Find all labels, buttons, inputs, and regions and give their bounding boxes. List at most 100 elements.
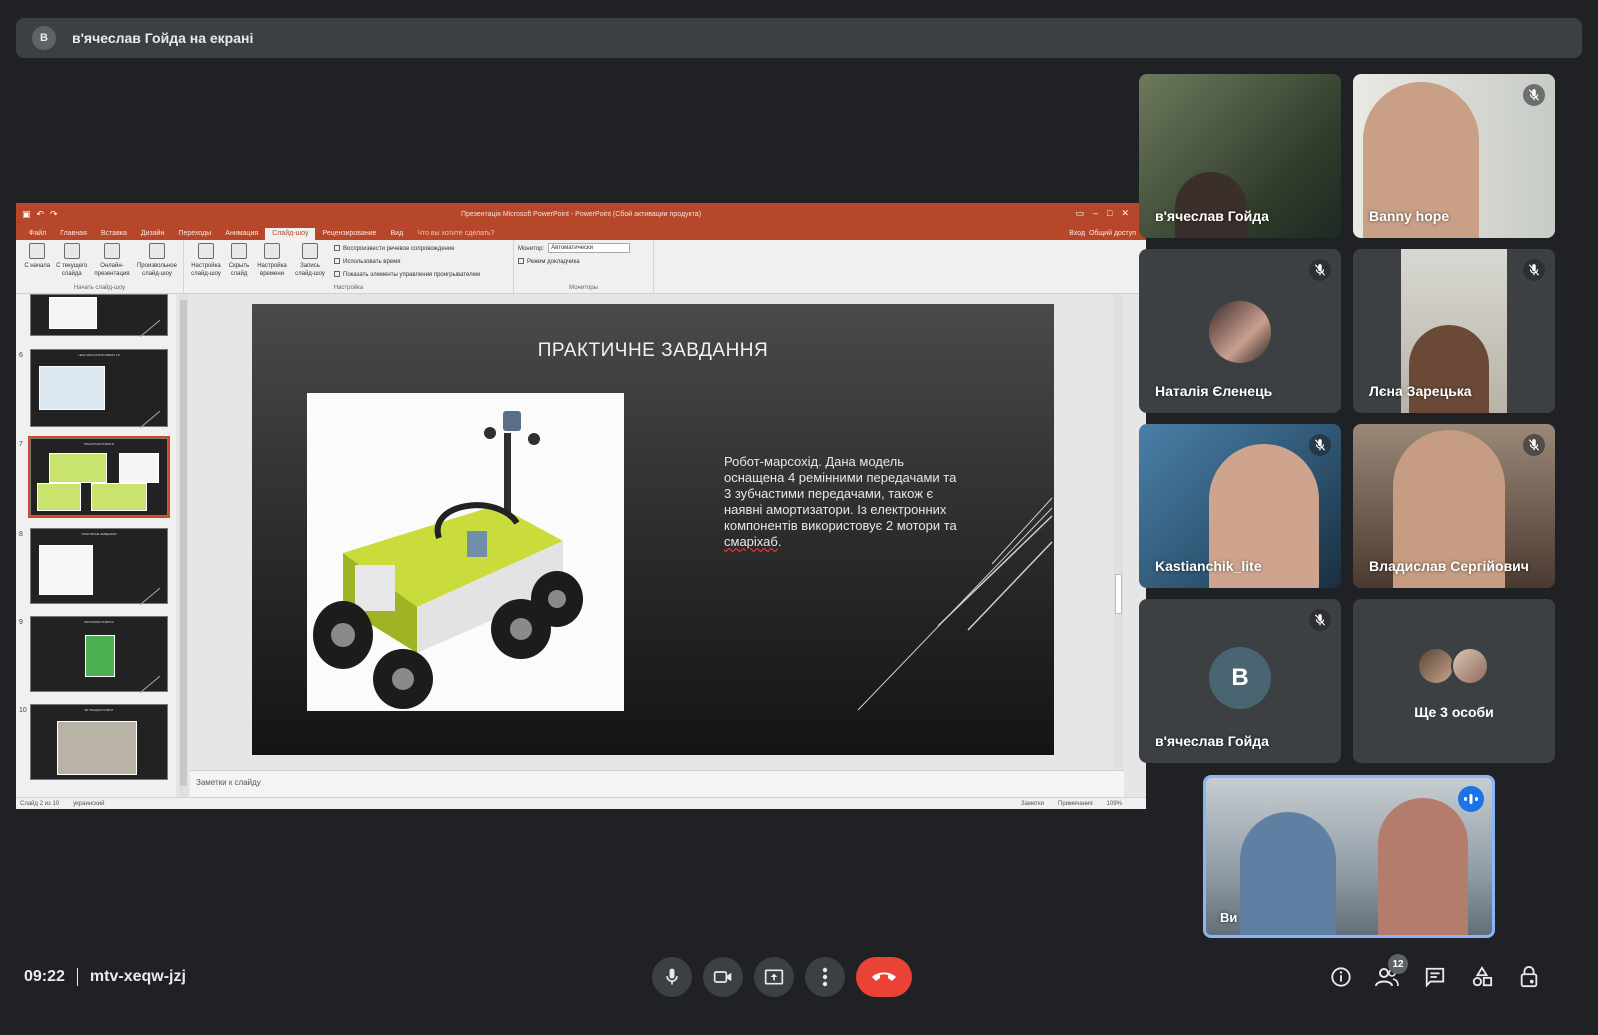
ppt-titlebar: ▣↶↷ Презентація Microsoft PowerPoint - P… xyxy=(16,203,1146,226)
slide-decor-lines xyxy=(857,497,1053,711)
thumbnail-slide-9[interactable]: 9 ПРОГРАМА РОБОТА xyxy=(19,616,168,694)
notes-toggle[interactable]: Заметки xyxy=(1021,801,1044,807)
zoom-level[interactable]: 109% xyxy=(1107,801,1122,807)
setup-show-icon xyxy=(198,243,214,259)
tell-me-box[interactable]: Что вы хотите сделать? xyxy=(410,228,501,240)
tab-view[interactable]: Вид xyxy=(384,228,411,240)
present-button[interactable] xyxy=(754,957,794,997)
meeting-code: mtv-xeqw-jzj xyxy=(89,968,186,985)
mic-off-icon xyxy=(1309,609,1331,631)
online-present-icon xyxy=(103,243,120,259)
participant-name: Владислав Сергійович xyxy=(1369,558,1529,574)
participant-tile[interactable]: Kastianchik_lite xyxy=(1139,424,1341,588)
mic-off-icon xyxy=(1309,259,1331,281)
self-view-tile[interactable]: Ви xyxy=(1203,775,1495,938)
window-controls-icon[interactable]: ▭–□✕ xyxy=(1076,208,1139,219)
ribbon-group-monitors: Монитор: Автоматически Режим докладчика М… xyxy=(514,240,654,293)
slide-title: ПРАКТИЧНЕ ЗАВДАННЯ xyxy=(537,340,769,361)
chat-button[interactable] xyxy=(1420,962,1450,992)
mic-button[interactable] xyxy=(652,957,692,997)
tab-slideshow[interactable]: Слайд-шоу xyxy=(265,228,316,240)
checkbox-icon xyxy=(334,258,340,265)
status-right: Заметки Примечания 109% xyxy=(1021,801,1146,807)
ppt-ribbon-tabs: Файл Главная Вставка Дизайн Переходы Ани… xyxy=(16,226,1146,240)
slide-thumbnails: 6 LEGO EDUCATION WEDO 2.0 7 ПРАКТИЧНІ РО… xyxy=(16,294,176,797)
language-indicator[interactable]: украинский xyxy=(73,801,104,807)
ppt-ribbon: С начала С текущего слайда Онлайн-презен… xyxy=(16,240,1146,294)
thumb-image xyxy=(39,545,93,595)
more-options-button[interactable] xyxy=(805,957,845,997)
camera-button[interactable] xyxy=(703,957,743,997)
tab-design[interactable]: Дизайн xyxy=(134,228,172,240)
tab-transitions[interactable]: Переходы xyxy=(171,228,218,240)
tab-animations[interactable]: Анимация xyxy=(218,228,265,240)
thumbnails-scrollbar[interactable] xyxy=(179,294,188,797)
thumb-image xyxy=(49,297,97,329)
thumb-image xyxy=(85,635,115,677)
tab-review[interactable]: Рецензирование xyxy=(315,228,383,240)
thumb-decor xyxy=(139,587,161,606)
participant-tile[interactable]: Banny hope xyxy=(1353,74,1555,238)
leave-call-button[interactable] xyxy=(856,957,912,997)
present-icon xyxy=(764,969,784,985)
mic-off-icon xyxy=(1523,84,1545,106)
signin-link[interactable]: Вход Общий доступ xyxy=(1059,228,1146,240)
call-end-icon xyxy=(872,972,896,981)
check-media-controls[interactable]: Показать элементы управления проигрывате… xyxy=(334,269,480,282)
comments-toggle[interactable]: Примечания xyxy=(1058,801,1093,807)
presenter-banner: В в'ячеслав Гойда на екрані xyxy=(16,18,1582,58)
thumb-decor xyxy=(139,675,161,694)
more-participants-label: Ще 3 особи xyxy=(1414,704,1494,720)
people-button[interactable]: 12 xyxy=(1372,954,1408,992)
activities-button[interactable] xyxy=(1467,962,1497,992)
thumbnail-slide-6[interactable]: 6 LEGO EDUCATION WEDO 2.0 xyxy=(19,349,168,429)
slide-scrollbar[interactable] xyxy=(1114,294,1123,769)
participant-tile[interactable]: Владислав Сергійович xyxy=(1353,424,1555,588)
checkbox-icon xyxy=(518,258,524,265)
bottom-bar: 09:22 mtv-xeqw-jzj 12 xyxy=(0,948,1598,1035)
slide-scroll-thumb[interactable] xyxy=(1115,574,1122,614)
participant-avatar xyxy=(1451,647,1489,685)
participant-tile[interactable]: Наталія Єленець xyxy=(1139,249,1341,413)
thumb-decor xyxy=(139,319,161,338)
participant-name: Лєна Зарецька xyxy=(1369,383,1472,399)
check-timings[interactable]: Использовать время xyxy=(334,256,480,269)
more-avatars xyxy=(1417,647,1497,687)
info-icon xyxy=(1331,967,1351,987)
shared-screen[interactable]: ▣↶↷ Презентація Microsoft PowerPoint - P… xyxy=(16,203,1146,809)
thumbnail-slide-5[interactable] xyxy=(30,294,168,338)
thumb-image xyxy=(49,453,107,483)
meeting-details: 09:22 mtv-xeqw-jzj xyxy=(24,968,186,986)
tab-home[interactable]: Главная xyxy=(53,228,94,240)
presenter-avatar: В xyxy=(32,26,56,50)
more-vert-icon xyxy=(822,967,828,987)
chat-icon xyxy=(1425,967,1445,988)
notes-pane[interactable]: Заметки к слайду xyxy=(190,770,1124,797)
monitor-label: Монитор: xyxy=(518,246,545,252)
share-label: Общий доступ xyxy=(1088,230,1136,237)
current-slide[interactable]: ПРАКТИЧНЕ ЗАВДАННЯ Робот-марсохід. Дана … xyxy=(252,304,1054,755)
monitor-select[interactable]: Автоматически xyxy=(548,243,631,254)
ribbon-group-monitors-label: Мониторы xyxy=(569,285,598,291)
ribbon-group-setup: Настройка слайд-шоу Скрыть слайд Настрой… xyxy=(184,240,514,293)
tab-file[interactable]: Файл xyxy=(22,228,53,240)
thumbnail-slide-10[interactable]: 10 ЯК ПРАЦЮЄ РОБОТ xyxy=(19,704,168,780)
participant-tile[interactable]: в'ячеслав Гойда xyxy=(1139,74,1341,238)
check-presenter-view[interactable]: Режим докладчика xyxy=(518,256,630,269)
participant-name: в'ячеслав Гойда xyxy=(1155,208,1269,224)
more-participants-tile[interactable]: Ще 3 особи xyxy=(1353,599,1555,763)
participant-name: Наталія Єленець xyxy=(1155,383,1273,399)
ppt-window-title: Презентація Microsoft PowerPoint - Power… xyxy=(460,211,702,218)
monitor-row: Монитор: Автоматически xyxy=(518,243,631,256)
check-narration[interactable]: Воспроизвести речевое сопровождение xyxy=(334,243,480,256)
host-controls-button[interactable] xyxy=(1514,962,1544,992)
thumbnails-scroll-thumb[interactable] xyxy=(180,300,187,786)
meeting-info-button[interactable] xyxy=(1326,962,1356,992)
tab-insert[interactable]: Вставка xyxy=(94,228,134,240)
activities-icon xyxy=(1472,966,1493,987)
thumbnail-slide-8[interactable]: 8 ПРАКТИЧНЕ ЗАВДАННЯ xyxy=(19,528,168,606)
participant-tile[interactable]: Лєна Зарецька xyxy=(1353,249,1555,413)
participant-tile[interactable]: В в'ячеслав Гойда xyxy=(1139,599,1341,763)
thumbnail-slide-7[interactable]: 7 ПРАКТИЧНІ РОБОТИ xyxy=(19,436,170,518)
slideshow-start-icon xyxy=(29,243,46,259)
